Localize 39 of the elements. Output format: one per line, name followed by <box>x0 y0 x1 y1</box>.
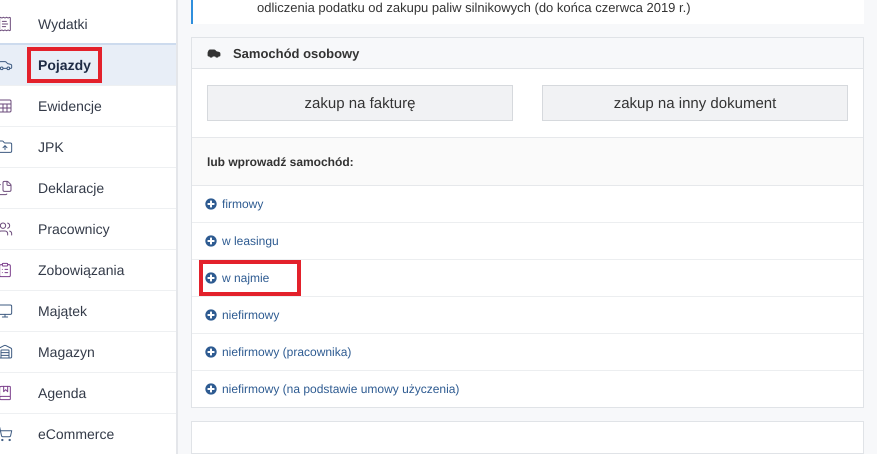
sidebar-label: Pojazdy <box>27 47 102 83</box>
plus-icon <box>203 344 219 360</box>
sidebar-item[interactable]: Pojazdy <box>0 43 176 86</box>
cart-icon <box>0 426 13 442</box>
sheet-icon <box>0 98 13 114</box>
add-car-link[interactable]: niefirmowy <box>199 297 312 334</box>
plus-icon <box>203 196 219 212</box>
clipboard-icon <box>0 262 13 278</box>
users-icon <box>0 221 13 237</box>
sidebar-label: Magazyn <box>37 343 96 362</box>
sidebar-label: Zobowiązania <box>37 261 126 280</box>
purchase-button[interactable]: zakup na inny dokument <box>542 85 848 122</box>
add-car-link[interactable]: niefirmowy (na podstawie umowy użyczenia) <box>199 371 492 408</box>
add-car-link[interactable]: w leasingu <box>199 223 311 260</box>
plus-icon <box>203 307 219 324</box>
warehouse-icon <box>0 344 13 360</box>
card-title: Samochód osobowy <box>233 46 360 61</box>
sidebar-label: Deklaracje <box>37 179 106 198</box>
plus-icon <box>203 381 219 398</box>
folder-icon <box>0 139 13 155</box>
add-car-link[interactable]: w najmie <box>199 260 302 296</box>
plus-icon <box>203 270 219 286</box>
notice-text: odliczenia podatku od zakupu paliw silnikowych (do końca czerwca 2019 r.) <box>257 0 691 15</box>
sidebar-label: Pracownicy <box>37 220 111 239</box>
book-icon <box>0 385 13 401</box>
sidebar-label: Wydatki <box>37 15 89 34</box>
purchase-button[interactable]: zakup na fakturę <box>207 85 513 122</box>
files-icon <box>0 180 13 196</box>
plus-icon <box>203 233 219 250</box>
sidebar-label: Majątek <box>37 302 88 321</box>
sidebar-label: Ewidencje <box>37 97 103 116</box>
add-car-link[interactable]: niefirmowy (pracownika) <box>199 334 384 370</box>
sidebar-label: eCommerce <box>37 425 116 444</box>
sidebar-label: Agenda <box>37 384 88 403</box>
sidebar-label: JPK <box>37 138 65 157</box>
prompt-text: lub wprowadź samochód: <box>207 154 354 169</box>
monitor-icon <box>0 303 13 319</box>
receipt-icon <box>0 16 13 32</box>
add-car-link[interactable]: firmowy <box>199 186 296 222</box>
